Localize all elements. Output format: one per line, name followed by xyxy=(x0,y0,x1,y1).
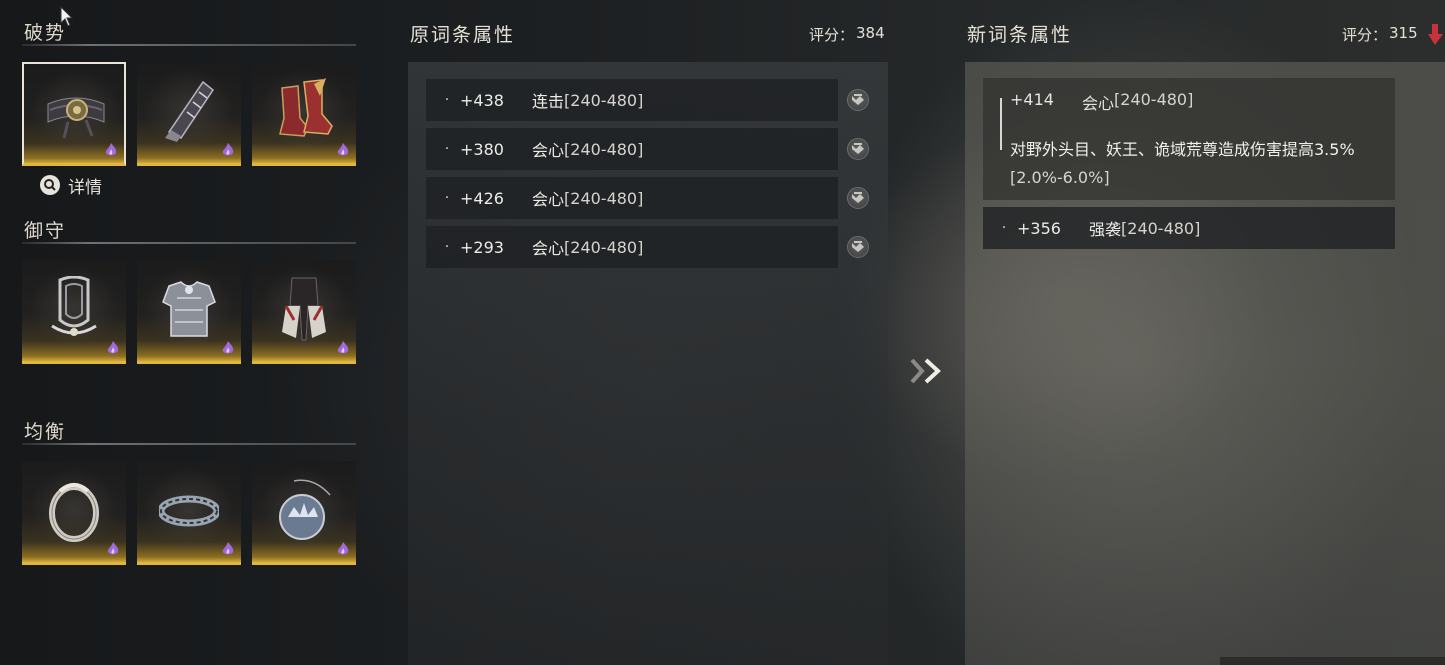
purple-flame-icon xyxy=(337,143,349,156)
purple-flame-icon xyxy=(222,542,234,555)
description-range: [2.0%-6.0%] xyxy=(1010,168,1110,187)
new-title: 新词条属性 xyxy=(967,24,1073,46)
bullet: · xyxy=(1001,220,1007,236)
group-title-junheng: 均衡 xyxy=(24,421,67,443)
attribute-name: 连击 xyxy=(532,92,565,111)
lock-icon[interactable] xyxy=(847,187,869,209)
attribute-row[interactable]: · +426 会心 [240-480] xyxy=(426,177,838,219)
attribute-name: 会心 xyxy=(532,239,565,258)
group-title-yushou: 御守 xyxy=(24,220,67,242)
attribute-row[interactable]: · +293 会心 [240-480] xyxy=(426,226,838,268)
description-text: 对野外头目、妖王、诡域荒尊造成伤害提高3.5% xyxy=(1010,140,1355,159)
bullet: · xyxy=(444,239,450,255)
attribute-range: [240-480] xyxy=(1121,218,1201,238)
attribute-value: +426 xyxy=(460,188,504,208)
attribute-value: +380 xyxy=(460,139,504,159)
purple-flame-icon xyxy=(105,143,117,156)
score-label: 评分： xyxy=(1342,26,1388,44)
new-score: 评分： 315 xyxy=(1342,24,1418,45)
pendant-icon xyxy=(279,479,331,540)
down-arrow-icon xyxy=(1428,24,1443,45)
new-attribute-line: +414 会心 [240-480] xyxy=(1010,90,1193,114)
headgear-icon xyxy=(51,276,97,336)
group-divider xyxy=(22,443,356,445)
belt-icon xyxy=(47,97,105,139)
group-divider xyxy=(22,242,356,244)
double-chevron-right-icon xyxy=(910,358,941,384)
equip-slot-ring[interactable] xyxy=(22,461,126,565)
new-attribute-entry[interactable]: +414 会心 [240-480] 对野外头目、妖王、诡域荒尊造成伤害提高3.5… xyxy=(983,78,1395,200)
purple-flame-icon xyxy=(337,542,349,555)
group-title-poshi: 破势 xyxy=(24,22,67,44)
attribute-range: [240-480] xyxy=(564,188,644,208)
original-score: 评分： 384 xyxy=(809,24,885,45)
purple-flame-icon xyxy=(107,542,119,555)
equip-slot-pendant[interactable] xyxy=(252,461,356,565)
equip-slot-bracer[interactable] xyxy=(137,62,241,166)
equip-slot-leg-armor[interactable] xyxy=(252,260,356,364)
attribute-range: [240-480] xyxy=(564,237,644,257)
connector-line xyxy=(1000,98,1002,150)
attribute-value: +414 xyxy=(1010,90,1054,109)
equip-slot-boots[interactable] xyxy=(252,62,356,166)
attribute-name: 会心 xyxy=(532,141,565,160)
bullet: · xyxy=(444,190,450,206)
attribute-value: +438 xyxy=(460,90,504,110)
purple-flame-icon xyxy=(222,341,234,354)
attribute-range: [240-480] xyxy=(564,90,644,110)
purple-flame-icon xyxy=(107,341,119,354)
attribute-name: 强袭 xyxy=(1089,220,1122,239)
boots-icon xyxy=(279,78,333,137)
attribute-row[interactable]: · +438 连击 [240-480] xyxy=(426,79,838,121)
attribute-row[interactable]: · +356 强袭 [240-480] xyxy=(983,207,1395,249)
score-value: 384 xyxy=(856,24,885,42)
purple-flame-icon xyxy=(222,143,234,156)
lock-icon[interactable] xyxy=(847,236,869,258)
attribute-range: [240-480] xyxy=(1114,90,1194,109)
attribute-row[interactable]: · +380 会心 [240-480] xyxy=(426,128,838,170)
score-value: 315 xyxy=(1389,24,1418,42)
group-divider xyxy=(22,44,356,46)
purple-flame-icon xyxy=(337,341,349,354)
lock-icon[interactable] xyxy=(847,138,869,160)
equip-slot-bracelet[interactable] xyxy=(137,461,241,565)
attribute-value: +293 xyxy=(460,237,504,257)
original-title: 原词条属性 xyxy=(410,24,516,46)
equip-slot-headgear[interactable] xyxy=(22,260,126,364)
attribute-range: [240-480] xyxy=(564,139,644,159)
attribute-name: 会心 xyxy=(532,190,565,209)
attribute-description: 对野外头目、妖王、诡域荒尊造成伤害提高3.5% [2.0%-6.0%] xyxy=(1010,136,1385,192)
bullet: · xyxy=(444,92,450,108)
bottom-bar xyxy=(1220,657,1445,665)
lock-icon[interactable] xyxy=(847,89,869,111)
bracer-icon xyxy=(165,80,215,142)
leg-armor-icon xyxy=(282,277,326,341)
ring-icon xyxy=(49,483,99,542)
search-key-icon xyxy=(40,175,60,195)
score-label: 评分： xyxy=(809,26,855,44)
attribute-name: 会心 xyxy=(1082,94,1115,113)
attribute-value: +356 xyxy=(1017,218,1061,238)
bracelet-icon xyxy=(159,495,219,527)
detail-label: 详情 xyxy=(68,177,102,198)
chest-armor-icon xyxy=(162,281,216,337)
bullet: · xyxy=(444,141,450,157)
equip-slot-belt[interactable] xyxy=(22,62,126,166)
detail-button[interactable]: 详情 xyxy=(40,174,102,198)
equip-slot-chest-armor[interactable] xyxy=(137,260,241,364)
